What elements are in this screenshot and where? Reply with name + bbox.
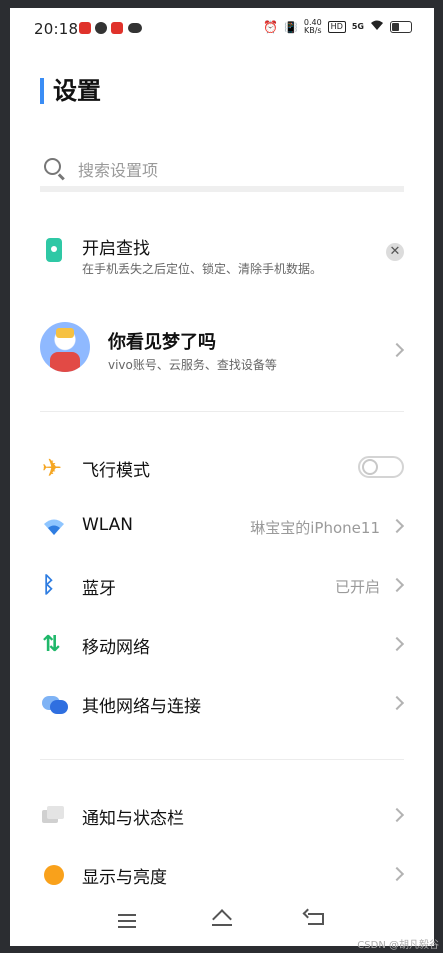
chevron-right-icon <box>389 636 405 652</box>
chevron-right-icon <box>389 577 405 593</box>
setting-label: 飞行模式 <box>82 461 150 481</box>
setting-label: 通知与状态栏 <box>82 809 184 829</box>
setting-label: 其他网络与连接 <box>82 697 201 717</box>
setting-notifications[interactable]: 通知与状态栏 <box>40 796 405 836</box>
chevron-right-icon <box>389 695 405 711</box>
avatar <box>40 322 90 372</box>
setting-value: 已开启 <box>334 578 380 596</box>
setting-display[interactable]: 显示与亮度 <box>40 855 405 895</box>
notification-icon <box>42 806 64 824</box>
status-right-group: ⏰ 📳 0.40 KB/s HD 5G <box>263 19 412 35</box>
setting-label: WLAN <box>82 515 134 535</box>
account-card[interactable]: 你看见梦了吗 vivo账号、云服务、查找设备等 <box>40 322 405 384</box>
weather-cloud-icon <box>128 23 142 33</box>
chevron-right-icon <box>389 518 405 534</box>
wifi-icon <box>42 515 66 539</box>
status-time: 20:18 <box>34 20 79 38</box>
netease-music-icon <box>79 22 91 34</box>
net-speed: 0.40 KB/s <box>304 19 322 35</box>
phone-location-icon <box>46 238 62 262</box>
setting-label: 移动网络 <box>82 638 150 658</box>
app-notification-icon <box>95 22 107 34</box>
airplane-icon: ✈ <box>42 454 63 482</box>
settings-screen: 20:18 ⏰ 📳 0.40 KB/s HD 5G 设置 开启查找 在手机丢失之… <box>10 8 434 946</box>
display-brightness-icon <box>44 865 64 885</box>
back-icon[interactable] <box>308 913 324 925</box>
setting-mobile-network[interactable]: ⇅ 移动网络 <box>40 625 405 665</box>
bluetooth-icon: ᛒ <box>42 573 56 598</box>
vibrate-icon: 📳 <box>284 20 298 34</box>
search-input[interactable] <box>76 156 380 184</box>
watermark: CSDN @胡凡毅谷 <box>357 940 439 951</box>
connections-icon <box>42 696 68 714</box>
divider <box>40 759 404 760</box>
status-bar: 20:18 ⏰ 📳 0.40 KB/s HD 5G <box>10 8 434 48</box>
signal-5g-icon: 5G <box>351 22 364 31</box>
page-title: 设置 <box>40 78 101 104</box>
battery-icon <box>390 21 412 33</box>
setting-value: 琳宝宝的iPhone11 <box>250 519 380 537</box>
setting-label: 显示与亮度 <box>82 868 167 888</box>
chevron-right-icon <box>389 866 405 882</box>
account-name: 你看见梦了吗 <box>108 332 216 353</box>
menu-icon[interactable] <box>118 914 136 928</box>
wifi-status-icon <box>370 19 384 35</box>
net-speed-unit: KB/s <box>303 26 322 35</box>
setting-label: 蓝牙 <box>82 579 116 599</box>
search-icon <box>44 158 61 175</box>
setting-other-networks[interactable]: 其他网络与连接 <box>40 684 405 724</box>
home-icon[interactable] <box>212 912 232 926</box>
close-icon[interactable]: ✕ <box>386 243 404 261</box>
chevron-right-icon <box>389 342 405 358</box>
find-device-subtitle: 在手机丢失之后定位、锁定、清除手机数据。 <box>82 262 323 276</box>
search-bar[interactable] <box>40 152 404 192</box>
chevron-right-icon <box>389 807 405 823</box>
find-device-card[interactable]: 开启查找 在手机丢失之后定位、锁定、清除手机数据。 ✕ <box>40 232 404 288</box>
setting-wlan[interactable]: WLAN 琳宝宝的iPhone11 <box>40 507 405 547</box>
divider <box>40 411 404 412</box>
account-subtitle: vivo账号、云服务、查找设备等 <box>108 358 277 372</box>
alarm-icon: ⏰ <box>263 20 279 34</box>
find-device-title: 开启查找 <box>82 239 150 259</box>
mobile-data-icon: ⇅ <box>42 632 61 657</box>
hd-badge: HD <box>327 21 346 33</box>
netease-music-icon <box>111 22 123 34</box>
setting-bluetooth[interactable]: ᛒ 蓝牙 已开启 <box>40 566 405 606</box>
setting-airplane-mode[interactable]: ✈ 飞行模式 <box>40 448 404 488</box>
airplane-mode-toggle[interactable] <box>358 456 404 478</box>
